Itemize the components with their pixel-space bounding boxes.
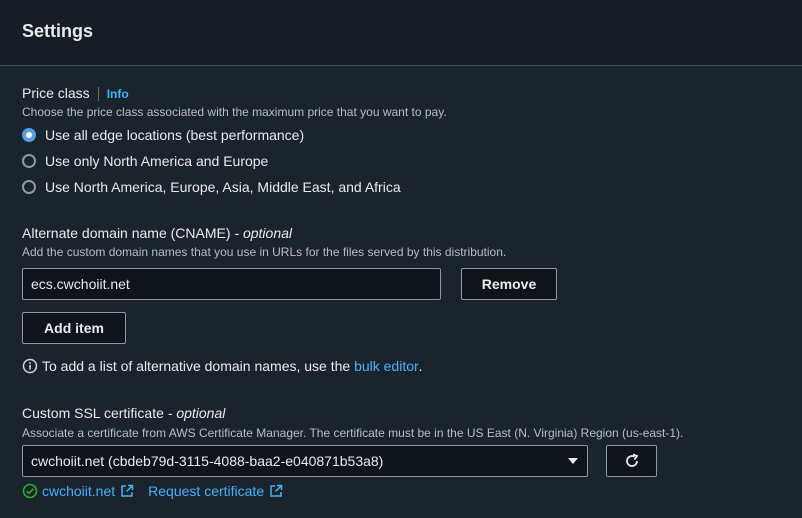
radio-na-europe[interactable]: Use only North America and Europe <box>22 153 268 169</box>
optional-label: - optional <box>167 405 226 421</box>
cname-field-label: Alternate domain name (CNAME) - optional <box>22 225 292 241</box>
add-item-button[interactable]: Add item <box>22 312 126 344</box>
radio-unselected-icon <box>22 154 36 168</box>
radio-selected-icon <box>22 128 36 142</box>
info-link[interactable]: Info <box>107 87 129 101</box>
success-check-icon <box>22 483 38 499</box>
refresh-button[interactable] <box>606 445 657 477</box>
external-link-icon <box>121 484 134 497</box>
hint-end: . <box>418 358 423 374</box>
external-link-icon <box>270 484 283 497</box>
price-class-label: Price class <box>22 85 90 101</box>
ssl-certificate-select[interactable]: cwchoiit.net (cbdeb79d-3115-4088-baa2-e0… <box>22 445 588 477</box>
certificate-link-text: cwchoiit.net <box>42 483 116 499</box>
ssl-selected-value: cwchoiit.net (cbdeb79d-3115-4088-baa2-e0… <box>31 453 384 469</box>
radio-label: Use only North America and Europe <box>45 153 269 169</box>
ssl-field-label: Custom SSL certificate - optional <box>22 405 225 421</box>
cname-hint: To add a list of alternative domain name… <box>22 358 423 374</box>
cname-label: Alternate domain name (CNAME) <box>22 225 231 241</box>
divider <box>97 87 99 102</box>
radio-all-edge-locations[interactable]: Use all edge locations (best performance… <box>22 127 304 143</box>
refresh-icon <box>625 453 638 467</box>
page-title: Settings <box>22 21 94 41</box>
bulk-editor-link[interactable]: bulk editor <box>354 358 419 374</box>
cname-input[interactable]: ecs.cwchoiit.net <box>22 268 441 300</box>
hint-text: To add a list of alternative domain name… <box>42 358 351 374</box>
price-class-field: Price class Info <box>22 85 129 102</box>
price-class-description: Choose the price class associated with t… <box>22 105 447 119</box>
remove-button[interactable]: Remove <box>461 268 557 300</box>
ssl-label: Custom SSL certificate <box>22 405 164 421</box>
radio-label: Use all edge locations (best performance… <box>45 127 305 143</box>
radio-label: Use North America, Europe, Asia, Middle … <box>45 179 401 195</box>
ssl-links: cwchoiit.net Request certificate <box>22 483 283 499</box>
request-certificate-text: Request certificate <box>148 483 265 499</box>
request-certificate-link[interactable]: Request certificate <box>148 483 283 499</box>
settings-header: Settings <box>0 0 802 66</box>
caret-down-icon <box>568 458 578 464</box>
cname-description: Add the custom domain names that you use… <box>22 245 507 259</box>
radio-unselected-icon <box>22 180 36 194</box>
info-circle-icon <box>22 358 38 374</box>
cname-input-value: ecs.cwchoiit.net <box>31 276 130 292</box>
radio-na-europe-asia-me-africa[interactable]: Use North America, Europe, Asia, Middle … <box>22 179 401 195</box>
optional-label: - optional <box>234 225 293 241</box>
ssl-description: Associate a certificate from AWS Certifi… <box>22 426 684 440</box>
certificate-link[interactable]: cwchoiit.net <box>42 483 134 499</box>
